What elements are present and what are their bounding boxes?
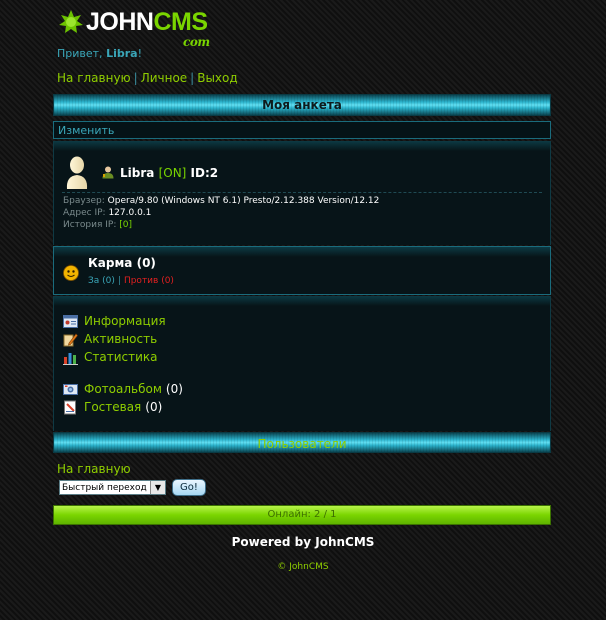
copyright-link[interactable]: © JohnCMS bbox=[0, 562, 606, 572]
stats-bars-icon bbox=[63, 352, 78, 365]
activity-pencil-icon bbox=[63, 333, 78, 346]
online-status: [ON] bbox=[158, 166, 187, 180]
online-bar[interactable]: Онлайн: 2 / 1 bbox=[53, 505, 551, 525]
karma-votes: За (0) | Против (0) bbox=[88, 276, 174, 286]
avatar-silhouette-icon bbox=[66, 156, 88, 189]
menu-info-label: Информация bbox=[84, 314, 166, 328]
menu-guestbook-label: Гостевая bbox=[84, 400, 142, 414]
menu-item-stats[interactable]: Статистика bbox=[63, 349, 158, 365]
logo-text: JOHNCMS com bbox=[86, 7, 210, 49]
nav-separator: | bbox=[133, 71, 138, 85]
karma-negative-link[interactable]: Против (0) bbox=[124, 276, 174, 286]
profile-menu: Информация Активность Статистика Фотоаль… bbox=[53, 296, 551, 431]
username-text: Libra bbox=[120, 166, 155, 180]
ip-label: Адрес IP: bbox=[63, 208, 106, 218]
divider bbox=[62, 192, 542, 193]
powered-by: Powered by JohnCMS bbox=[231, 535, 375, 549]
go-button[interactable]: Go! bbox=[172, 479, 206, 496]
menu-album-label: Фотоальбом bbox=[84, 382, 162, 396]
nav-home-link[interactable]: На главную bbox=[57, 71, 131, 85]
menu-album-count: (0) bbox=[165, 382, 183, 396]
logo[interactable]: JOHNCMS com bbox=[58, 6, 210, 49]
page-header-bar: Моя анкета bbox=[53, 94, 551, 116]
ip-history-info: История IP: [0] bbox=[63, 220, 132, 230]
info-card-icon bbox=[63, 314, 78, 328]
profile-block: Libra [ON] ID:2 Браузер: Opera/9.80 (Win… bbox=[53, 141, 551, 245]
menu-item-album[interactable]: Фотоальбом (0) bbox=[63, 381, 183, 397]
logo-sub: com bbox=[183, 34, 210, 49]
karma-separator: | bbox=[117, 276, 121, 286]
users-bar-label: Пользователи bbox=[257, 437, 347, 451]
browser-label: Браузер: bbox=[63, 196, 105, 206]
bottom-home-link[interactable]: На главную bbox=[57, 462, 131, 476]
online-count: Онлайн: 2 / 1 bbox=[267, 509, 337, 520]
users-bar[interactable]: Пользователи bbox=[53, 432, 551, 453]
menu-activity-label: Активность bbox=[84, 332, 158, 346]
quick-jump-value: Быстрый переход bbox=[62, 482, 147, 493]
menu-guestbook-count: (0) bbox=[145, 400, 163, 414]
karma-block: Карма (0) За (0) | Против (0) bbox=[53, 246, 551, 295]
karma-positive-link[interactable]: За (0) bbox=[88, 276, 115, 286]
menu-item-guestbook[interactable]: Гостевая (0) bbox=[63, 399, 162, 415]
nav-logout-link[interactable]: Выход bbox=[197, 71, 237, 85]
menu-item-info[interactable]: Информация bbox=[63, 313, 166, 329]
logo-john: JOHN bbox=[86, 7, 154, 36]
greeting-prefix: Привет, bbox=[57, 47, 107, 60]
ip-value: 127.0.0.1 bbox=[108, 208, 152, 218]
ip-history-link[interactable]: [0] bbox=[119, 220, 132, 230]
guestbook-icon bbox=[64, 400, 76, 414]
ip-history-label: История IP: bbox=[63, 220, 117, 230]
page-title: Моя анкета bbox=[262, 98, 342, 112]
greeting-suffix: ! bbox=[137, 47, 142, 60]
nav-personal-link[interactable]: Личное bbox=[141, 71, 187, 85]
quick-jump-select[interactable]: Быстрый переход ▼ bbox=[59, 480, 166, 495]
logo-gear-icon bbox=[59, 10, 83, 33]
user-online-icon bbox=[102, 166, 114, 179]
edit-link[interactable]: Изменить bbox=[58, 124, 114, 137]
user-id: ID:2 bbox=[190, 166, 219, 180]
menu-stats-label: Статистика bbox=[84, 350, 158, 364]
greeting-username: Libra bbox=[106, 47, 138, 60]
karma-title: Карма (0) bbox=[88, 256, 156, 270]
photo-album-icon bbox=[63, 383, 78, 395]
profile-username: Libra [ON] ID:2 bbox=[120, 166, 218, 180]
karma-smiley-icon bbox=[63, 263, 79, 281]
dropdown-arrow-icon: ▼ bbox=[150, 481, 165, 494]
browser-info: Браузер: Opera/9.80 (Windows NT 6.1) Pre… bbox=[63, 196, 379, 206]
browser-value: Opera/9.80 (Windows NT 6.1) Presto/2.12.… bbox=[107, 196, 380, 206]
ip-info: Адрес IP: 127.0.0.1 bbox=[63, 208, 151, 218]
greeting: Привет, Libra! bbox=[57, 47, 142, 60]
top-navigation: На главную | Личное | Выход bbox=[57, 71, 238, 85]
menu-item-activity[interactable]: Активность bbox=[63, 331, 157, 347]
nav-separator: | bbox=[190, 71, 195, 85]
edit-row: Изменить bbox=[53, 121, 551, 139]
